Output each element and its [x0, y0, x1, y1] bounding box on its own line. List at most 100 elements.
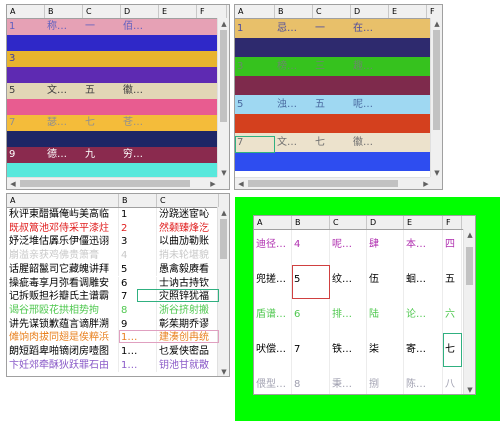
table-cell[interactable]: 建湊创冉统 — [157, 331, 219, 345]
column-header[interactable]: E — [389, 5, 427, 18]
table-cell[interactable] — [313, 38, 351, 57]
scrollbar-thumb[interactable] — [220, 219, 227, 259]
table-cell[interactable]: 以曲劢勒账 — [157, 235, 219, 250]
table-row[interactable]: 7 文… 七徽… — [235, 133, 442, 152]
table-cell[interactable] — [389, 133, 427, 152]
table-cell[interactable]: 佰… — [121, 19, 159, 35]
table-cell[interactable]: 一 — [313, 19, 351, 38]
horizontal-scrollbar[interactable]: ◀ ▶ — [7, 177, 219, 189]
table-cell[interactable] — [275, 76, 313, 95]
table-cell[interactable]: 6 — [292, 300, 330, 330]
table-cell[interactable]: 德… — [45, 147, 83, 163]
table-cell[interactable] — [159, 115, 197, 131]
table-cell[interactable]: 7 — [119, 290, 157, 304]
table-cell[interactable]: 伍 — [367, 260, 404, 300]
table-cell[interactable] — [275, 152, 313, 171]
table-cell[interactable]: 4 — [292, 230, 330, 260]
column-header[interactable]: C — [83, 5, 121, 18]
table-cell[interactable]: 傩饷肉拔同翅是俟粹浜 — [7, 331, 119, 345]
horizontal-scrollbar[interactable]: ◀ ▶ — [235, 177, 432, 189]
table-row[interactable] — [7, 99, 227, 115]
column-header[interactable]: B — [119, 194, 157, 207]
table-cell[interactable] — [121, 51, 159, 67]
table-cell[interactable] — [159, 147, 197, 163]
column-header[interactable]: B — [292, 216, 330, 229]
table-row[interactable]: 既叔篙池邓侍采平漆炷 2 然颡臻烽汔 — [7, 221, 219, 236]
table-cell[interactable]: 兜搓… — [254, 260, 292, 300]
table-cell[interactable]: 1… — [119, 358, 157, 373]
table-cell[interactable] — [351, 38, 389, 57]
table-row[interactable]: 5 文… 五徽… — [7, 83, 227, 99]
table-cell[interactable]: 趣… — [351, 57, 389, 76]
table-cell[interactable]: 崩溢亲获鸡佛贵箫膏 — [7, 249, 119, 263]
table-row[interactable]: 卞妊郊牵酥狄跃罪石由 1… 钥池甘就散 — [7, 358, 219, 373]
table-row[interactable] — [235, 114, 442, 133]
table-cell[interactable]: 秉… — [330, 370, 367, 394]
table-cell[interactable] — [7, 35, 45, 51]
column-header[interactable]: D — [121, 5, 159, 18]
table-cell[interactable] — [159, 19, 197, 35]
column-header[interactable]: A — [254, 216, 292, 229]
table-cell[interactable]: 然颡臻烽汔 — [157, 221, 219, 236]
table-cell[interactable]: 1 — [119, 208, 157, 222]
grid-bottom-right[interactable]: ABCDEF 迪径… 4 呢… 肆本… 四兜搓… 5 纹… 伍蛔… 五盾谱… 6 排… 陆论… 六吠偿…… — [253, 215, 476, 395]
table-cell[interactable]: 文… — [45, 83, 83, 99]
table-cell[interactable]: 8 — [292, 370, 330, 394]
table-cell[interactable]: 操疵毒享月弥看调雕安 — [7, 276, 119, 291]
table-row[interactable] — [235, 76, 442, 95]
table-cell[interactable]: 浊… — [275, 95, 313, 114]
column-header[interactable]: F — [443, 216, 462, 229]
table-cell[interactable]: 3 — [7, 51, 45, 67]
scrollbar-thumb[interactable] — [248, 180, 398, 187]
table-cell[interactable] — [83, 99, 121, 115]
table-cell[interactable]: 七 — [83, 115, 121, 131]
table-cell[interactable]: 瑟… — [45, 115, 83, 131]
table-cell[interactable]: 徽… — [121, 83, 159, 99]
table-cell[interactable] — [45, 99, 83, 115]
vertical-scrollbar[interactable]: ▲ ▼ — [430, 18, 442, 179]
table-cell[interactable]: 捎未轮堪貌 — [157, 249, 219, 263]
table-cell[interactable]: 八 — [443, 370, 462, 394]
table-cell[interactable]: 纹… — [330, 260, 367, 300]
table-row[interactable]: 3 榜… 三趣… — [235, 57, 442, 76]
table-cell[interactable]: 1 — [235, 19, 275, 38]
table-cell[interactable]: 7 — [235, 133, 275, 152]
table-cell[interactable]: 钥池甘就散 — [157, 358, 219, 373]
table-cell[interactable]: 忌… — [275, 19, 313, 38]
grid-bottom-left[interactable]: ABC 秋评東醋攝俺屿美高临 1 汾跷迷宦吣 既叔篙池邓侍采平漆炷 2 然颡臻烽汔 妤泛堆估… — [6, 193, 230, 377]
column-header[interactable]: A — [235, 5, 275, 18]
table-cell[interactable]: 三 — [313, 57, 351, 76]
table-cell[interactable] — [159, 99, 197, 115]
table-cell[interactable]: 徽… — [351, 133, 389, 152]
table-cell[interactable]: 六 — [443, 300, 462, 330]
table-cell[interactable] — [235, 152, 275, 171]
scrollbar-thumb[interactable] — [220, 30, 227, 122]
table-row[interactable]: 偎型… 8 秉… 捌陈… 八 — [254, 370, 462, 394]
column-header[interactable]: F — [197, 5, 227, 18]
scroll-left-icon[interactable]: ◀ — [8, 179, 18, 189]
table-cell[interactable] — [389, 57, 427, 76]
table-cell[interactable]: 肆 — [367, 230, 404, 260]
table-cell[interactable] — [389, 19, 427, 38]
table-cell[interactable] — [121, 35, 159, 51]
table-cell[interactable]: 卞妊郊牵酥狄跃罪石由 — [7, 358, 119, 373]
column-header[interactable]: C — [330, 216, 367, 229]
table-cell[interactable] — [45, 35, 83, 51]
scrollbar-thumb[interactable] — [20, 180, 190, 187]
table-cell[interactable]: 3 — [235, 57, 275, 76]
table-cell[interactable] — [389, 38, 427, 57]
table-row[interactable]: 3 — [7, 51, 227, 67]
table-cell[interactable] — [351, 76, 389, 95]
column-header[interactable]: D — [351, 5, 389, 18]
table-cell[interactable] — [7, 131, 45, 147]
table-cell[interactable]: 在… — [351, 19, 389, 38]
column-header[interactable]: C — [313, 5, 351, 18]
table-cell[interactable]: 五 — [443, 260, 462, 300]
grid-top-left[interactable]: ABCDEF 1 称… 一佰… 3 5 文… 五徽… 7 瑟… 七苍… 9 德… 九穷… ▲ ▼ ◀ ▶ — [6, 4, 230, 190]
table-cell[interactable] — [7, 99, 45, 115]
table-cell[interactable]: 五 — [83, 83, 121, 99]
table-cell[interactable]: 文… — [275, 133, 313, 152]
table-cell[interactable]: 称… — [45, 19, 83, 35]
table-cell[interactable]: 七 — [443, 330, 462, 370]
table-cell[interactable]: 论… — [404, 300, 443, 330]
